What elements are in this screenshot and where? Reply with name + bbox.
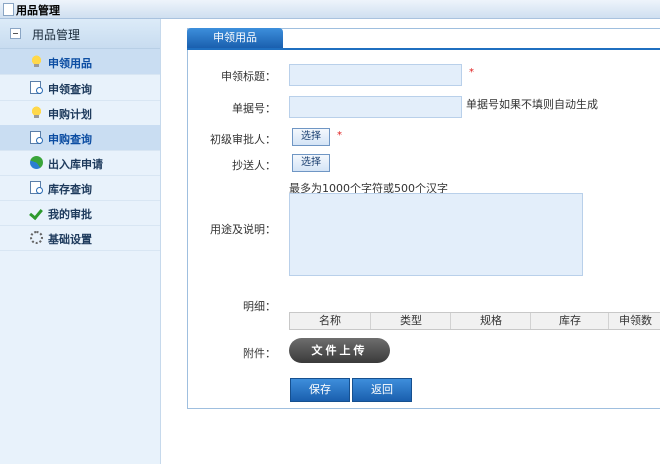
doc-no-label: 单据号： <box>232 102 276 115</box>
window-title: 用品管理 <box>16 4 60 17</box>
column-header[interactable]: 规格 <box>450 313 531 329</box>
title-bar: 用品管理 <box>0 0 660 19</box>
document-search-icon <box>30 131 43 144</box>
sidebar: 用品管理 申领用品 申领查询 申购计划 申购查询 出入库申请 库存查询 我的审批… <box>0 19 161 464</box>
collapse-icon[interactable] <box>10 28 21 39</box>
title-input[interactable] <box>289 64 462 86</box>
document-icon <box>3 3 14 16</box>
back-button[interactable]: 返回 <box>352 378 412 402</box>
sidebar-item-stock-request[interactable]: 出入库申请 <box>0 150 160 176</box>
doc-no-hint: 单据号如果不填则自动生成 <box>466 98 598 111</box>
sidebar-item-purchase-query[interactable]: 申购查询 <box>0 125 160 151</box>
sidebar-item-my-approvals[interactable]: 我的审批 <box>0 200 160 226</box>
title-label: 申领标题： <box>221 70 276 83</box>
attachment-label: 附件： <box>243 347 276 360</box>
detail-table-header: 名称 类型 规格 库存 申领数 <box>289 312 660 330</box>
sidebar-item-label: 申领查询 <box>48 83 92 96</box>
sidebar-item-label: 基础设置 <box>48 233 92 246</box>
sidebar-header-label: 用品管理 <box>32 28 81 42</box>
sidebar-item-apply-query[interactable]: 申领查询 <box>0 75 160 101</box>
tab-bar: 申领用品 <box>187 28 660 50</box>
purpose-textarea[interactable] <box>289 193 583 276</box>
required-mark: * <box>469 67 474 78</box>
save-button[interactable]: 保存 <box>290 378 350 402</box>
column-header[interactable]: 申领数 <box>608 313 660 329</box>
sidebar-item-basic-settings[interactable]: 基础设置 <box>0 225 160 251</box>
sidebar-item-label: 申购查询 <box>48 133 92 146</box>
sidebar-item-label: 我的审批 <box>48 208 92 221</box>
sidebar-item-apply-supplies[interactable]: 申领用品 <box>0 49 160 75</box>
required-mark: * <box>337 130 342 141</box>
file-upload-button[interactable]: 文件上传 <box>289 338 390 363</box>
cc-label: 抄送人： <box>232 159 276 172</box>
sidebar-item-inventory-query[interactable]: 库存查询 <box>0 175 160 201</box>
approver-select-button[interactable]: 选择 <box>292 128 330 146</box>
lightbulb-icon <box>30 106 43 119</box>
document-search-icon <box>30 181 43 194</box>
document-search-icon <box>30 81 43 94</box>
sidebar-item-purchase-plan[interactable]: 申购计划 <box>0 100 160 126</box>
tab-apply-supplies[interactable]: 申领用品 <box>187 28 283 48</box>
sidebar-item-label: 库存查询 <box>48 183 92 196</box>
detail-label: 明细： <box>243 300 276 313</box>
sidebar-item-label: 申购计划 <box>48 108 92 121</box>
column-header[interactable]: 库存 <box>530 313 609 329</box>
checkmark-icon <box>30 206 43 219</box>
column-header[interactable]: 名称 <box>290 313 370 329</box>
cc-select-button[interactable]: 选择 <box>292 154 330 172</box>
doc-no-input[interactable] <box>289 96 462 118</box>
approver-label: 初级审批人： <box>210 133 276 146</box>
column-header[interactable]: 类型 <box>370 313 451 329</box>
sidebar-header[interactable]: 用品管理 <box>0 19 160 49</box>
gear-icon <box>30 231 43 244</box>
sidebar-item-label: 出入库申请 <box>48 158 103 171</box>
sidebar-item-label: 申领用品 <box>48 57 92 70</box>
lightbulb-icon <box>30 55 43 68</box>
cycle-icon <box>30 156 43 169</box>
purpose-label: 用途及说明： <box>210 223 276 236</box>
